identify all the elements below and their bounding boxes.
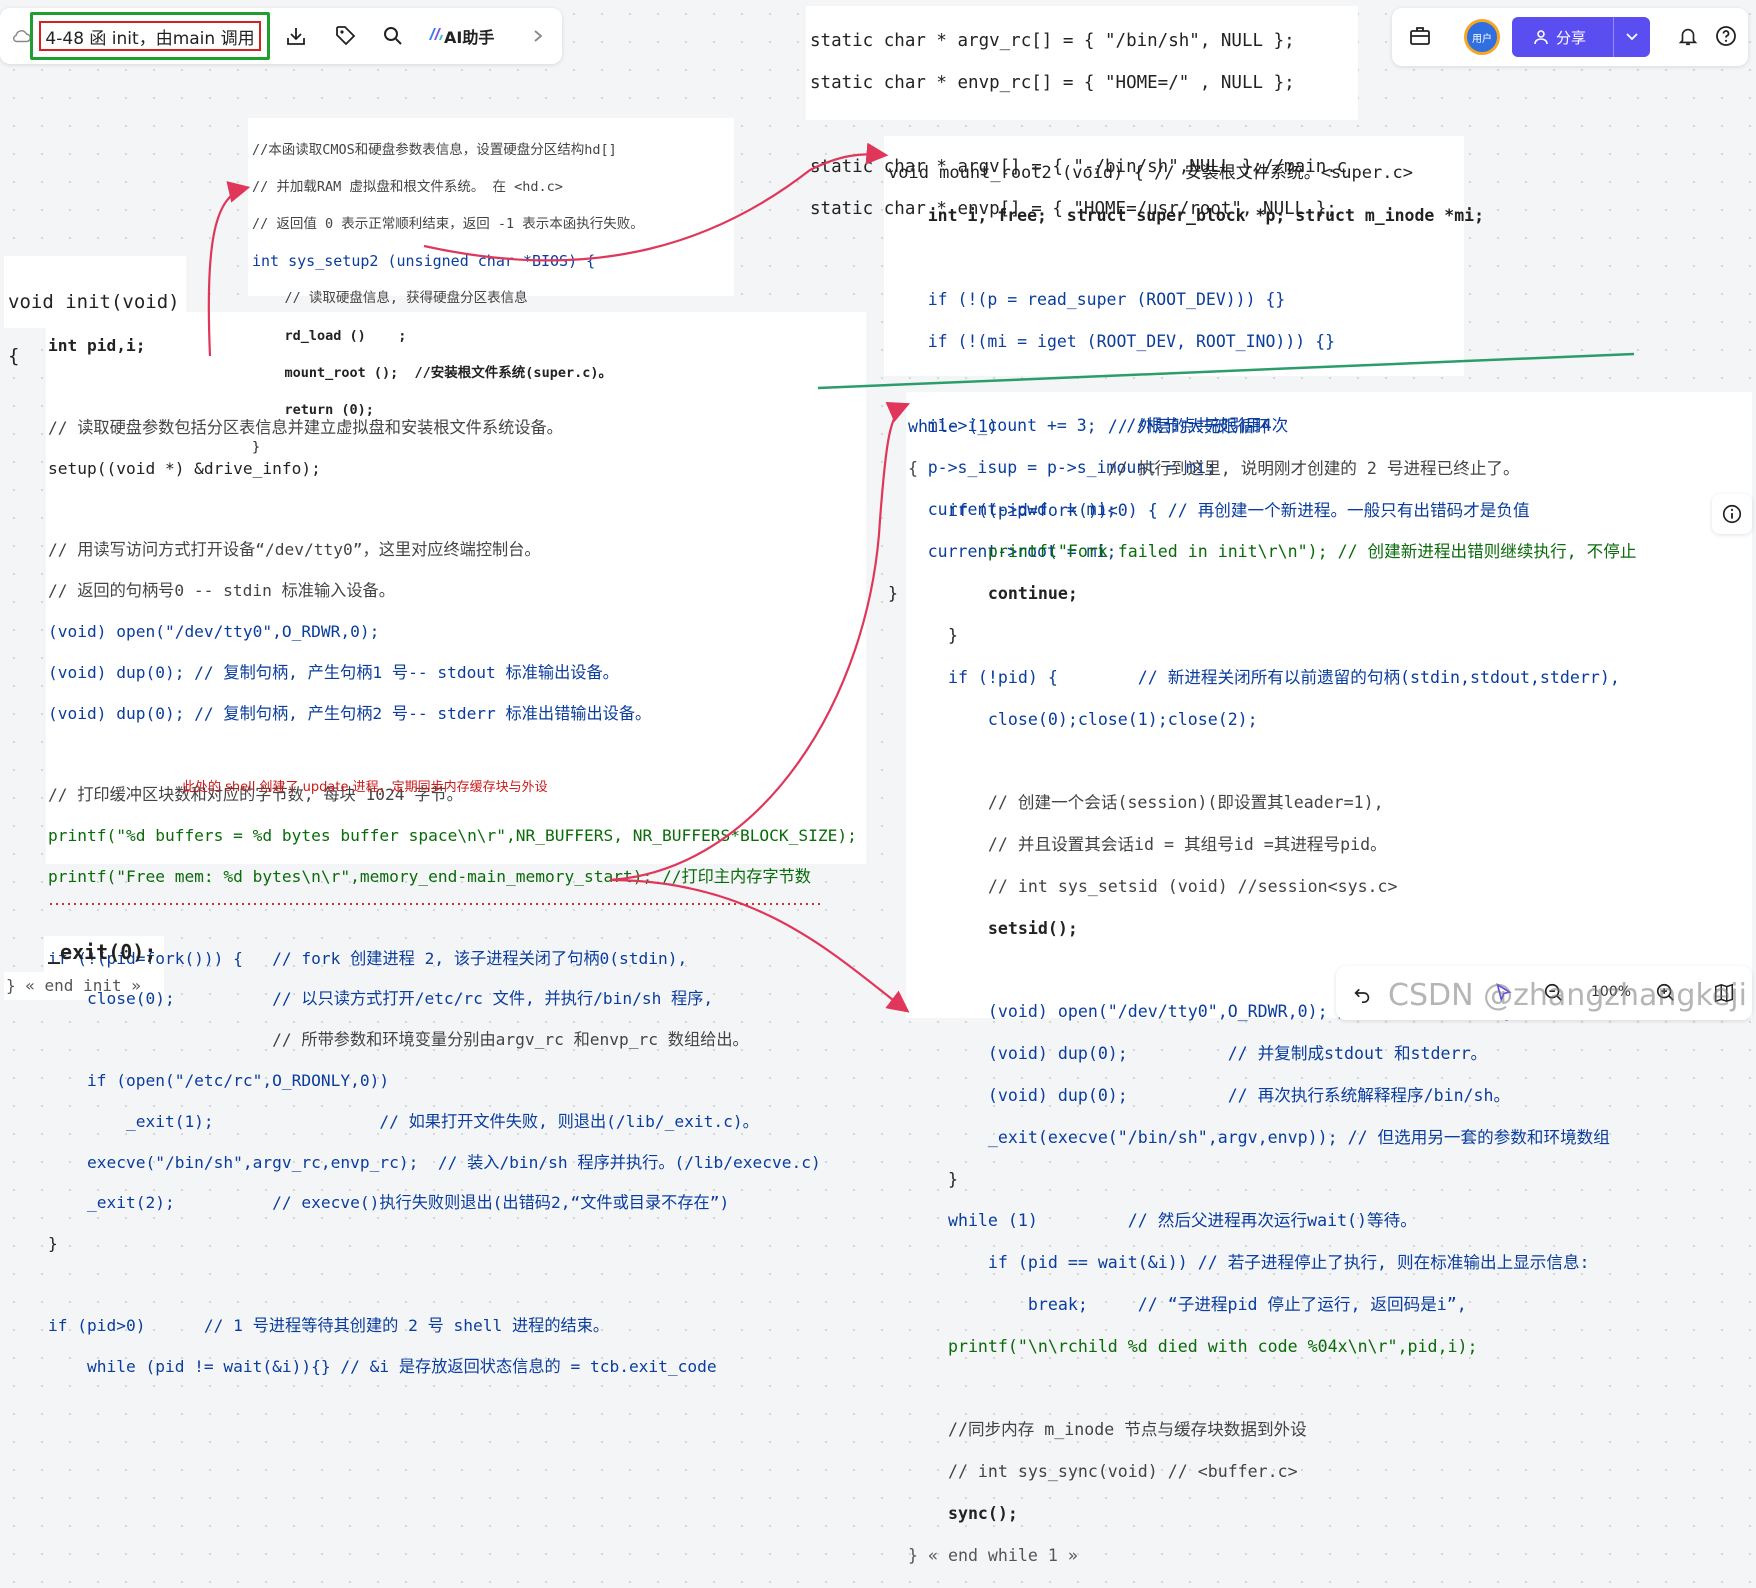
code-line: while (pid != wait(&i)){} // &i 是存放返回状态信…	[48, 1356, 717, 1376]
code-line: sync();	[908, 1503, 1018, 1523]
code-line: if (pid == wait(&i)) // 若子进程停止了执行, 则在标准输…	[908, 1253, 1590, 1273]
arrow-setup-to-sys-setup	[207, 181, 251, 357]
info-icon[interactable]	[1712, 494, 1752, 534]
code-line: if (open("/etc/rc",O_RDONLY,0))	[48, 1070, 390, 1090]
arrow-init-to-while-end	[609, 878, 910, 1013]
code-line: while (1) // 然后父进程再次运行wait()等待。	[908, 1211, 1417, 1231]
code-line: // 所带参数和环境变量分别由argv_rc 和envp_rc 数组给出。	[48, 1030, 749, 1050]
code-line: printf("\n\rchild %d died with code %04x…	[908, 1336, 1478, 1356]
code-line: break; // “子进程pid 停止了运行, 返回码是i”,	[908, 1294, 1467, 1314]
code-line: _exit(2); // execve()执行失败则退出(出错码2,“文件或目录…	[48, 1193, 730, 1213]
code-line: // int sys_sync(void) // <buffer.c>	[908, 1462, 1298, 1482]
code-line: } « end while 1 »	[908, 1545, 1078, 1565]
arrow-mount-root-to-mount-root2	[423, 142, 889, 262]
code-line: execve("/bin/sh",argv_rc,envp_rc); // 装入…	[48, 1152, 821, 1172]
code-line: //同步内存 m_inode 节点与缓存块数据到外设	[908, 1420, 1307, 1440]
code-line: _exit(1); // 如果打开文件失败, 则退出(/lib/_exit.c)…	[48, 1111, 759, 1131]
code-line: if (pid>0) // 1 号进程等待其创建的 2 号 shell 进程的结…	[48, 1315, 610, 1335]
watermark: CSDN @zhangzhangkeji	[1388, 978, 1747, 1013]
code-line: (void) dup(0); // 再次执行系统解释程序/bin/sh。	[908, 1085, 1511, 1105]
arrow-init-to-while	[609, 402, 911, 882]
code-line: }	[48, 1234, 58, 1254]
divider-green-line	[817, 352, 1635, 390]
code-line: (void) dup(0); // 并复制成stdout 和stderr。	[908, 1044, 1488, 1064]
connectors	[50, 142, 1635, 1013]
code-line: }	[908, 1169, 958, 1189]
code-line: _exit(execve("/bin/sh",argv,envp)); // 但…	[908, 1127, 1610, 1147]
undo-icon[interactable]	[1344, 975, 1380, 1011]
